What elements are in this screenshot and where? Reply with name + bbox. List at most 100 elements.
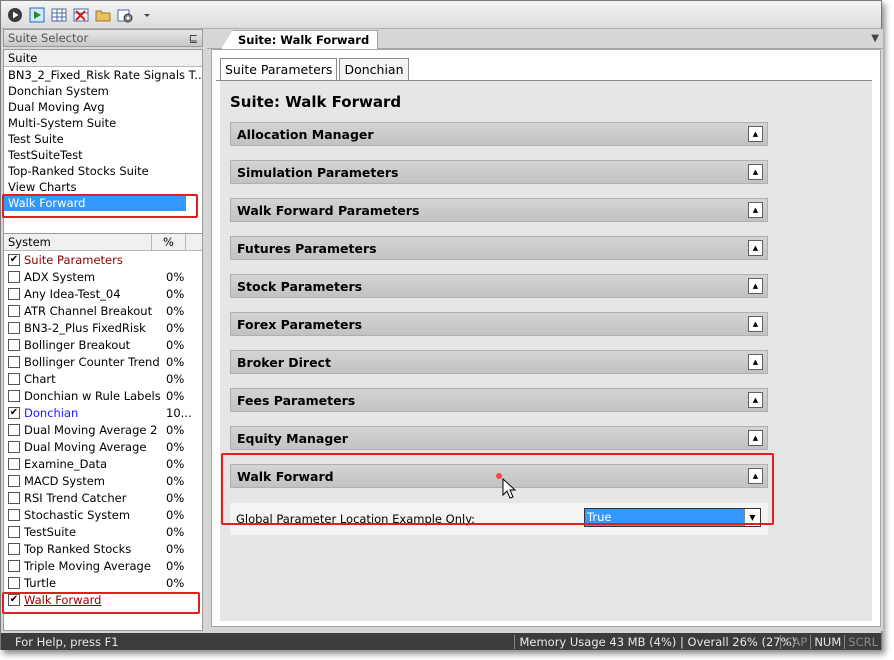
- collapse-toggle-icon[interactable]: ▲: [748, 468, 763, 484]
- system-checkbox[interactable]: [8, 474, 20, 487]
- system-row[interactable]: Dual Moving Average 2 0%: [4, 421, 202, 438]
- system-row[interactable]: ✔ Suite Parameters: [4, 251, 202, 268]
- system-checkbox[interactable]: [8, 440, 20, 453]
- system-checkbox[interactable]: [8, 542, 20, 555]
- settings-icon[interactable]: [116, 6, 134, 24]
- collapse-toggle-icon[interactable]: ▲: [748, 354, 763, 370]
- system-checkbox[interactable]: [8, 576, 20, 589]
- suite-list-item[interactable]: Multi-System Suite: [4, 115, 202, 131]
- delete-grid-icon[interactable]: [72, 6, 90, 24]
- system-row[interactable]: ✔ Walk Forward: [4, 591, 202, 608]
- parameters-panel: Suite: Walk Forward Allocation Manager ▲ S…: [220, 81, 872, 621]
- system-row[interactable]: Triple Moving Average 0%: [4, 557, 202, 574]
- system-checkbox[interactable]: ✔: [8, 593, 20, 606]
- system-checkbox[interactable]: [8, 491, 20, 504]
- system-row[interactable]: BN3-2_Plus FixedRisk 0%: [4, 319, 202, 336]
- group-label: Equity Manager: [237, 430, 348, 446]
- collapse-toggle-icon[interactable]: ▲: [748, 278, 763, 294]
- collapse-toggle-icon[interactable]: ▲: [748, 202, 763, 218]
- suite-list-item[interactable]: Walk Forward: [4, 195, 186, 211]
- system-row[interactable]: ✔ Donchian 10...: [4, 404, 202, 421]
- system-checkbox[interactable]: [8, 372, 20, 385]
- system-column-header[interactable]: System: [4, 234, 152, 250]
- tab-donchian[interactable]: Donchian: [339, 58, 409, 80]
- system-checkbox[interactable]: [8, 304, 20, 317]
- system-list[interactable]: System % ✔ Suite Parameters ADX System 0% An…: [3, 233, 203, 631]
- system-row[interactable]: Any Idea-Test_04 0%: [4, 285, 202, 302]
- document-menu-icon[interactable]: ▼: [871, 33, 879, 44]
- group-equity-manager[interactable]: Equity Manager ▲: [230, 426, 768, 450]
- suite-column-header[interactable]: Suite: [4, 50, 202, 67]
- tab-suite-parameters[interactable]: Suite Parameters: [220, 58, 338, 81]
- system-checkbox[interactable]: [8, 338, 20, 351]
- group-simulation-parameters[interactable]: Simulation Parameters ▲: [230, 160, 768, 184]
- suite-list-item[interactable]: View Charts: [4, 179, 202, 195]
- system-checkbox[interactable]: [8, 270, 20, 283]
- system-checkbox[interactable]: ✔: [8, 253, 20, 266]
- group-fees-parameters[interactable]: Fees Parameters ▲: [230, 388, 768, 412]
- system-row[interactable]: Donchian w Rule Labels 0%: [4, 387, 202, 404]
- group-broker-direct[interactable]: Broker Direct ▲: [230, 350, 768, 374]
- system-row[interactable]: Top Ranked Stocks 0%: [4, 540, 202, 557]
- document-tab-suite-walk-forward[interactable]: Suite: Walk Forward: [221, 30, 379, 49]
- suite-list-item[interactable]: Dual Moving Avg: [4, 99, 202, 115]
- status-memory-usage: Memory Usage 43 MB (4%) | Overall 26% (2…: [514, 634, 796, 649]
- system-checkbox[interactable]: [8, 559, 20, 572]
- suite-list-item[interactable]: TestSuiteTest: [4, 147, 202, 163]
- global-parameter-value[interactable]: True: [585, 509, 744, 526]
- system-percent: 0%: [166, 337, 185, 352]
- group-walk-forward-parameters[interactable]: Walk Forward Parameters ▲: [230, 198, 768, 222]
- dropdown-arrow-icon[interactable]: [138, 6, 156, 24]
- system-checkbox[interactable]: [8, 525, 20, 538]
- system-list-header: System %: [4, 234, 202, 251]
- suite-list-item[interactable]: Top-Ranked Stocks Suite: [4, 163, 202, 179]
- grid-icon[interactable]: [50, 6, 68, 24]
- system-checkbox[interactable]: [8, 287, 20, 300]
- group-label: Simulation Parameters: [237, 164, 399, 180]
- chevron-down-icon[interactable]: ▼: [744, 509, 760, 526]
- collapse-toggle-icon[interactable]: ▲: [748, 316, 763, 332]
- group-futures-parameters[interactable]: Futures Parameters ▲: [230, 236, 768, 260]
- system-checkbox[interactable]: [8, 508, 20, 521]
- system-row[interactable]: Dual Moving Average 0%: [4, 438, 202, 455]
- system-row[interactable]: ATR Channel Breakout 0%: [4, 302, 202, 319]
- system-checkbox[interactable]: [8, 321, 20, 334]
- group-forex-parameters[interactable]: Forex Parameters ▲: [230, 312, 768, 336]
- collapse-toggle-icon[interactable]: ▲: [748, 392, 763, 408]
- system-row[interactable]: TestSuite 0%: [4, 523, 202, 540]
- collapse-toggle-icon[interactable]: ▲: [748, 430, 763, 446]
- group-stock-parameters[interactable]: Stock Parameters ▲: [230, 274, 768, 298]
- system-percent: 0%: [166, 541, 185, 556]
- system-percent: 0%: [166, 303, 185, 318]
- run-icon[interactable]: [6, 6, 24, 24]
- suite-list-item[interactable]: Donchian System: [4, 83, 202, 99]
- suite-list[interactable]: Suite BN3_2_Fixed_Risk Rate Signals T...…: [3, 49, 203, 242]
- collapse-toggle-icon[interactable]: ▲: [748, 126, 763, 142]
- collapse-toggle-icon[interactable]: ▲: [748, 164, 763, 180]
- pin-icon[interactable]: ⊑: [189, 32, 198, 45]
- system-checkbox[interactable]: [8, 457, 20, 470]
- system-row[interactable]: Chart 0%: [4, 370, 202, 387]
- system-row[interactable]: Turtle 0%: [4, 574, 202, 591]
- system-checkbox[interactable]: [8, 355, 20, 368]
- system-checkbox[interactable]: [8, 423, 20, 436]
- system-row[interactable]: ADX System 0%: [4, 268, 202, 285]
- system-row[interactable]: Bollinger Counter Trend 0%: [4, 353, 202, 370]
- folder-icon[interactable]: [94, 6, 112, 24]
- system-name: Turtle: [24, 575, 57, 590]
- system-checkbox[interactable]: ✔: [8, 406, 20, 419]
- system-row[interactable]: MACD System 0%: [4, 472, 202, 489]
- collapse-toggle-icon[interactable]: ▲: [748, 240, 763, 256]
- system-checkbox[interactable]: [8, 389, 20, 402]
- group-allocation-manager[interactable]: Allocation Manager ▲: [230, 122, 768, 146]
- suite-list-item[interactable]: Test Suite: [4, 131, 202, 147]
- suite-list-item[interactable]: BN3_2_Fixed_Risk Rate Signals T...: [4, 67, 202, 83]
- system-row[interactable]: Bollinger Breakout 0%: [4, 336, 202, 353]
- system-name: Examine_Data: [24, 456, 108, 471]
- system-row[interactable]: RSI Trend Catcher 0%: [4, 489, 202, 506]
- percent-column-header[interactable]: %: [152, 234, 186, 250]
- system-row[interactable]: Stochastic System 0%: [4, 506, 202, 523]
- global-parameter-dropdown[interactable]: True ▼: [584, 508, 761, 527]
- system-row[interactable]: Examine_Data 0%: [4, 455, 202, 472]
- run-suite-icon[interactable]: [28, 6, 46, 24]
